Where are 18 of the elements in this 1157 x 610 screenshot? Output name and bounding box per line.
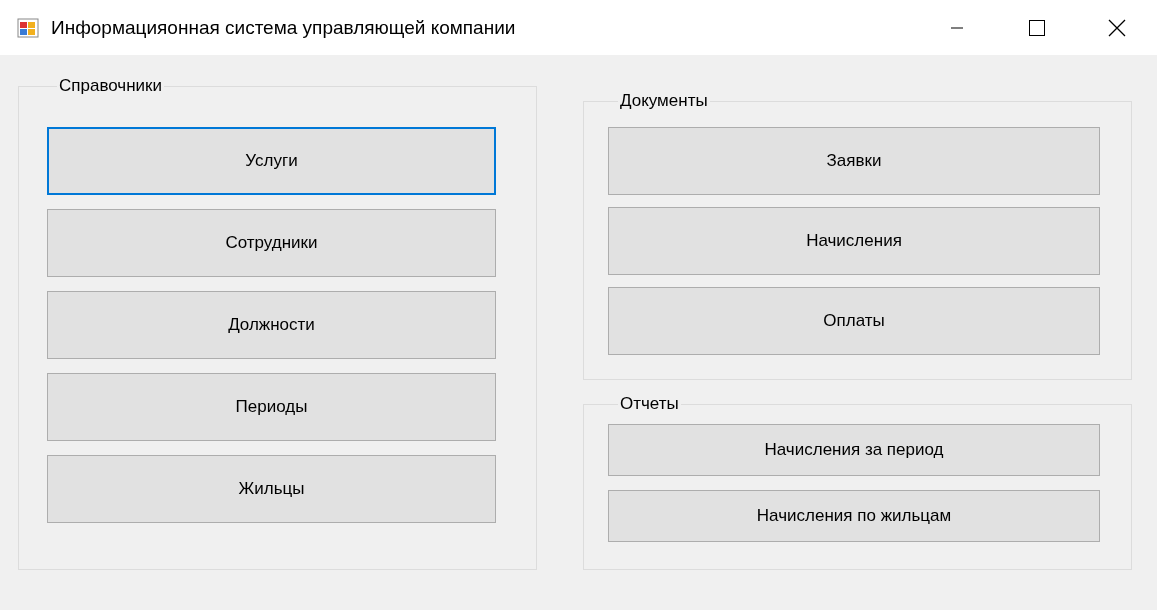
app-icon: [17, 17, 39, 38]
nav-button[interactable]: Периоды: [47, 373, 496, 441]
nav-button[interactable]: Заявки: [608, 127, 1100, 195]
maximize-icon: [1029, 19, 1045, 36]
nav-button[interactable]: Начисления: [608, 207, 1100, 275]
nav-button[interactable]: Должности: [47, 291, 496, 359]
nav-button[interactable]: Начисления за период: [608, 424, 1100, 476]
group-label: Отчеты: [619, 394, 680, 414]
nav-button[interactable]: Оплаты: [608, 287, 1100, 355]
window-title: Информацияонная система управляющей компании: [51, 16, 517, 39]
nav-button[interactable]: Жильцы: [47, 455, 496, 523]
group-label: Документы: [619, 91, 709, 111]
nav-button[interactable]: Услуги: [47, 127, 496, 195]
nav-button[interactable]: Сотрудники: [47, 209, 496, 277]
minimize-icon: [951, 26, 963, 29]
group-label: Справочники: [58, 76, 163, 96]
close-icon: [1108, 18, 1126, 37]
nav-button[interactable]: Начисления по жильцам: [608, 490, 1100, 542]
